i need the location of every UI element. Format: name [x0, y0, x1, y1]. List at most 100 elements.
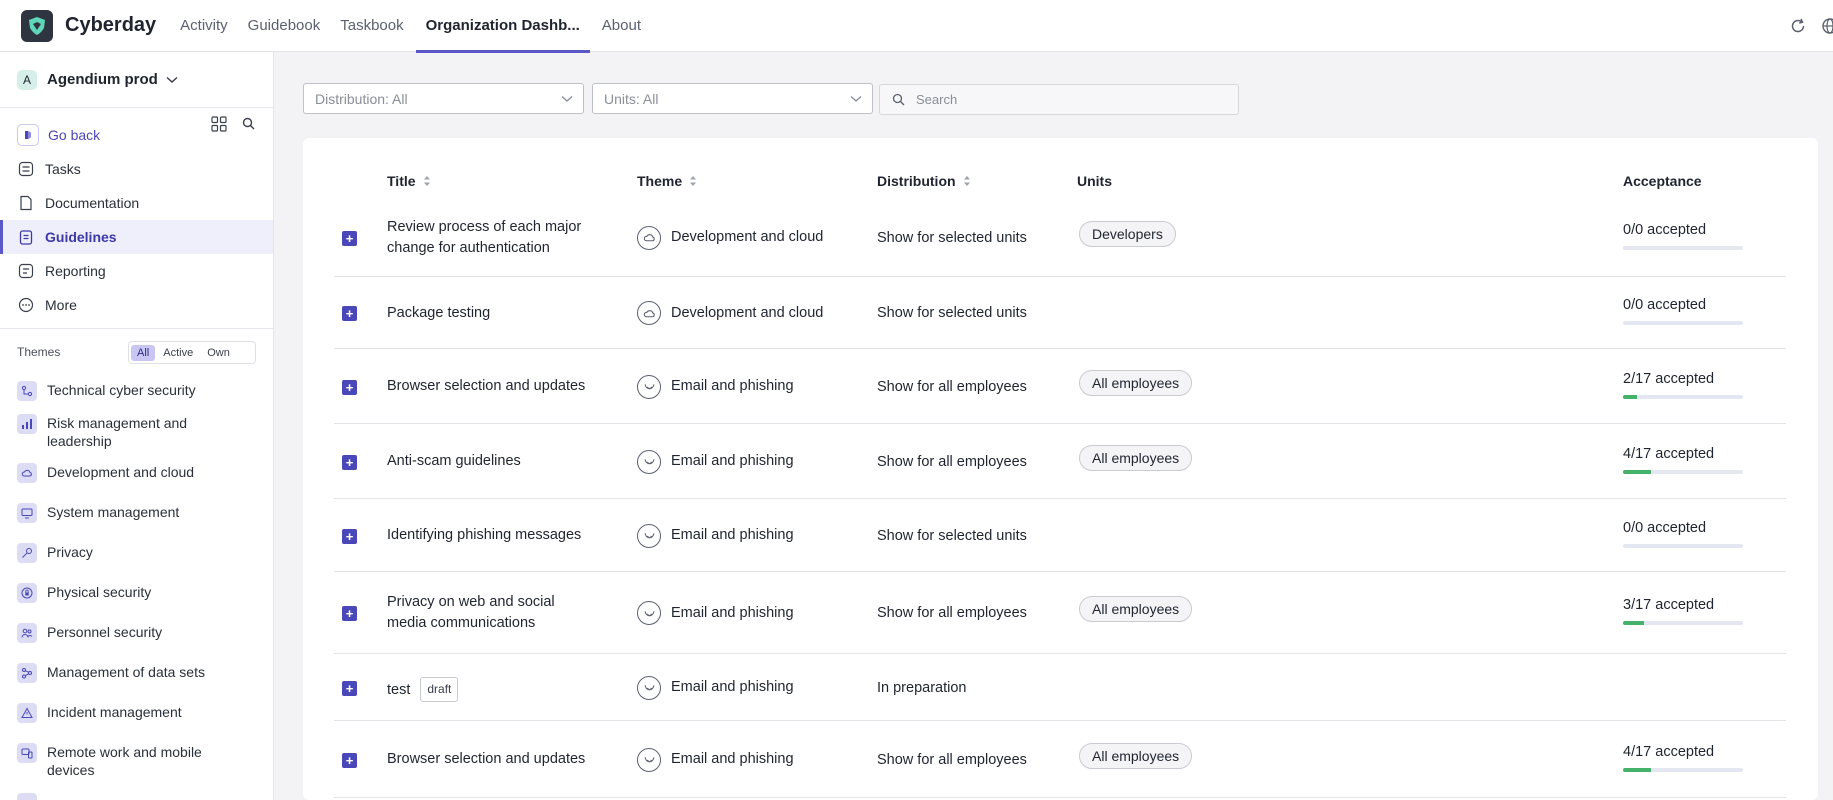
row-title[interactable]: Browser selection and updates	[387, 376, 597, 397]
theme-filter-own[interactable]: Own	[201, 345, 236, 361]
expand-row-icon[interactable]: +	[342, 230, 357, 246]
sidebar-item-label: Guidelines	[45, 229, 117, 245]
row-title[interactable]: Privacy on web and social media communic…	[387, 592, 597, 634]
nav-tab-taskbook[interactable]: Taskbook	[332, 0, 411, 52]
distribution-filter[interactable]: Distribution: All	[303, 83, 584, 114]
expand-row-icon[interactable]: +	[342, 528, 357, 544]
table-row[interactable]: + Anti-scam guidelines Email and phishing S…	[334, 424, 1786, 499]
row-title[interactable]: Identifying phishing messages	[387, 525, 597, 546]
theme-filter-active[interactable]: Active	[157, 345, 199, 361]
acceptance-count: 4/17 accepted	[1623, 445, 1715, 462]
row-acceptance: 0/0 accepted	[1623, 295, 1743, 325]
row-theme-label: Email and phishing	[671, 604, 794, 621]
column-theme-label: Theme	[637, 173, 683, 189]
sidebar-item-more[interactable]: More	[0, 288, 273, 322]
go-back-link[interactable]: Go back	[0, 118, 273, 152]
sidebar: A Agendium prod Go back Tasks Documentat…	[0, 52, 274, 800]
expand-row-icon[interactable]: +	[342, 752, 357, 768]
brand-name: Cyberday	[65, 14, 157, 36]
unit-pill[interactable]: All employees	[1079, 369, 1193, 396]
row-distribution: Show for all employees	[877, 453, 1027, 470]
theme-item-label: Remote work and mobile devices	[47, 744, 202, 778]
expand-row-icon[interactable]: +	[342, 606, 357, 621]
guidelines-icon	[17, 228, 35, 246]
theme-item-incident-management[interactable]: Incident management	[0, 703, 273, 723]
theme-item-remote-work[interactable]: Remote work and mobile devices	[0, 743, 273, 779]
theme-item-personnel-security[interactable]: Personnel security	[0, 623, 273, 643]
units-filter[interactable]: Units: All	[592, 83, 873, 114]
table-row[interactable]: + Browser selection and updates Email and …	[334, 721, 1786, 798]
row-theme-label: Development and cloud	[671, 229, 824, 245]
row-acceptance: 3/17 accepted	[1623, 595, 1743, 625]
column-acceptance: Acceptance	[1623, 173, 1702, 189]
row-theme-label: Email and phishing	[671, 679, 794, 695]
acceptance-progress-fill	[1623, 469, 1652, 474]
column-title[interactable]: Title	[387, 173, 431, 189]
table-row[interactable]: + Package testing Development and cloud Sho…	[334, 277, 1786, 349]
search-input[interactable]: Search	[879, 84, 1239, 115]
mail-icon	[637, 449, 661, 474]
row-theme: Email and phishing	[637, 449, 794, 474]
row-theme: Development and cloud	[637, 301, 823, 325]
sidebar-item-guidelines[interactable]: Guidelines	[0, 220, 273, 254]
theme-item-label: Technical cyber security	[47, 382, 196, 398]
table-row[interactable]: + Review process of each major change for…	[334, 198, 1786, 277]
refresh-icon[interactable]	[1789, 17, 1807, 35]
row-title[interactable]: Anti-scam guidelines	[387, 451, 597, 472]
sidebar-item-reporting[interactable]: Reporting	[0, 254, 273, 288]
unit-pill[interactable]: All employees	[1079, 444, 1193, 471]
cyberday-logo[interactable]	[21, 9, 53, 42]
nav-tab-about[interactable]: About	[594, 0, 649, 52]
row-theme: Email and phishing	[637, 374, 794, 399]
unit-pill[interactable]: Developers	[1079, 220, 1176, 247]
row-units: All employees	[1079, 369, 1193, 396]
table-row[interactable]: + test draft Email and phishing In preparati…	[334, 654, 1786, 721]
expand-row-icon[interactable]: +	[342, 680, 357, 696]
expand-row-icon[interactable]: +	[342, 306, 357, 321]
theme-item-physical-security[interactable]: Physical security	[0, 583, 273, 603]
theme-item-label: Personnel security	[47, 624, 163, 640]
row-title[interactable]: Browser selection and updates	[387, 749, 597, 770]
theme-item-management-of-data-sets[interactable]: Management of data sets	[0, 663, 273, 683]
nav-tab-organization-dashboard[interactable]: Organization Dashb...	[415, 0, 590, 53]
unit-pill[interactable]: All employees	[1079, 596, 1193, 622]
row-title[interactable]: test draft	[387, 677, 597, 702]
theme-item-risk-management[interactable]: Risk management and leadership	[0, 414, 273, 450]
sidebar-item-tasks[interactable]: Tasks	[0, 152, 273, 186]
org-selector[interactable]: A Agendium prod	[0, 52, 273, 108]
unit-pill[interactable]: All employees	[1079, 742, 1193, 769]
sort-icon	[690, 176, 697, 186]
expand-row-icon[interactable]: +	[342, 379, 357, 395]
globe-icon[interactable]	[1821, 17, 1833, 35]
cloud-icon	[637, 301, 661, 325]
column-distribution[interactable]: Distribution	[877, 173, 971, 189]
row-theme: Email and phishing	[637, 675, 794, 700]
table-row[interactable]: + Browser selection and updates Email and …	[334, 349, 1786, 424]
chevron-down-icon	[561, 96, 573, 102]
sidebar-item-documentation[interactable]: Documentation	[0, 186, 273, 220]
theme-item-system-management[interactable]: System management	[0, 503, 273, 523]
theme-item-development-and-cloud[interactable]: Development and cloud	[0, 463, 273, 483]
column-units-label: Units	[1077, 173, 1112, 189]
theme-item-privacy[interactable]: Privacy	[0, 543, 273, 563]
row-title[interactable]: Review process of each major change for …	[387, 217, 597, 259]
row-distribution: Show for selected units	[877, 305, 1027, 321]
theme-item-technical-cyber-security[interactable]: Technical cyber security	[0, 381, 273, 401]
table-row[interactable]: + Identifying phishing messages Email and …	[334, 499, 1786, 572]
column-title-label: Title	[387, 173, 416, 189]
row-title-text: Privacy on web and social media communic…	[387, 594, 555, 631]
column-theme[interactable]: Theme	[637, 173, 697, 189]
row-theme-label: Email and phishing	[671, 527, 794, 543]
acceptance-progress-bar	[1623, 469, 1743, 474]
expand-row-icon[interactable]: +	[342, 454, 357, 470]
tasks-icon	[17, 160, 35, 178]
nav-tab-guidebook[interactable]: Guidebook	[240, 0, 329, 52]
row-title[interactable]: Package testing	[387, 303, 597, 324]
acceptance-count: 0/0 accepted	[1623, 297, 1707, 313]
guidelines-table: Title Theme Distribution Units Acceptanc…	[303, 138, 1818, 800]
theme-filter-all[interactable]: All	[131, 344, 156, 361]
nav-tab-activity[interactable]: Activity	[172, 0, 236, 52]
table-row[interactable]: + Privacy on web and social media communi…	[334, 572, 1786, 654]
devices-icon	[17, 743, 37, 763]
theme-item-label: System management	[47, 504, 180, 520]
